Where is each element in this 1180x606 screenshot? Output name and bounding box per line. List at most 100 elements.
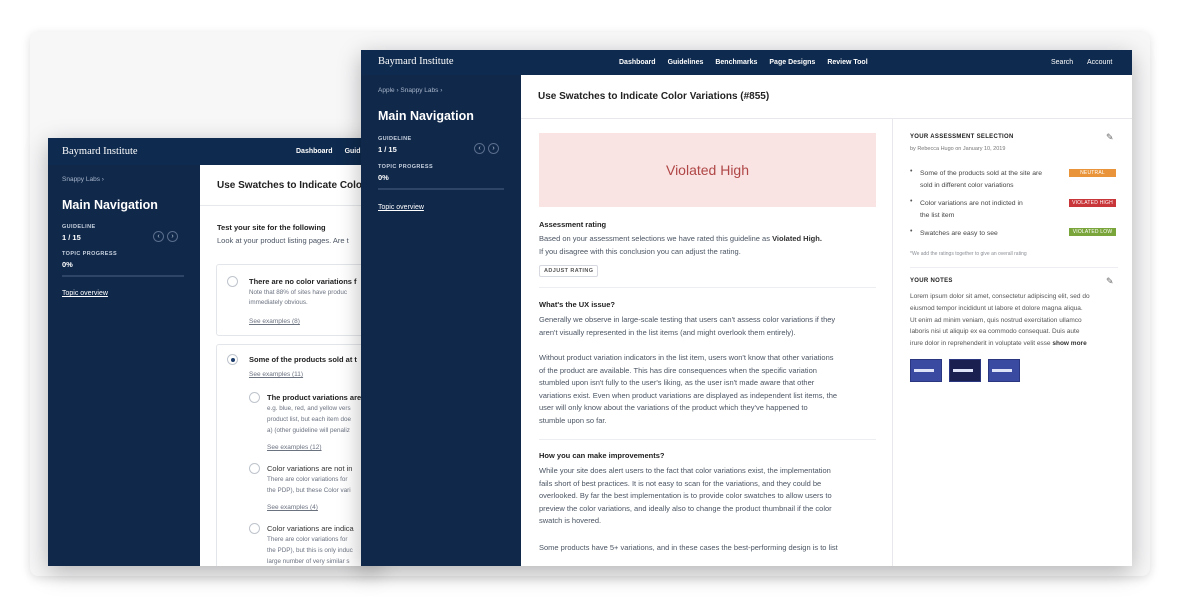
back-nav-dashboard[interactable]: Dashboard [296, 148, 333, 155]
front-topic-overview-link[interactable]: Topic overview [378, 204, 424, 211]
ux-issue-paragraph-1: Generally we observe in large-scale test… [539, 314, 835, 339]
sub-option-desc: There are color variations for [267, 536, 348, 543]
back-progress-value: 0% [62, 260, 73, 269]
back-guideline-pager: ‹ › [153, 231, 178, 242]
text-line: preview the color variations, and ideall… [539, 503, 832, 513]
front-progress-label: TOPIC PROGRESS [378, 164, 434, 170]
front-progress-bar [378, 188, 504, 190]
notes-line: laboris nisi ut aliquip ex ea commodo co… [910, 328, 1080, 336]
assessment-text-line: If you disagree with this conclusion you… [539, 247, 741, 256]
front-window: Baymard Institute Dashboard Guidelines B… [361, 50, 1132, 566]
see-examples-link[interactable]: See examples (8) [249, 318, 300, 325]
assessment-text-line: Based on your assessment selections we h… [539, 234, 770, 243]
nav-search[interactable]: Search [1051, 59, 1073, 66]
nav-page-designs[interactable]: Page Designs [769, 59, 815, 66]
show-more-link[interactable]: show more [1052, 340, 1086, 347]
front-logo: Baymard Institute [378, 56, 454, 67]
nav-dashboard[interactable]: Dashboard [619, 59, 656, 66]
sub-option-title: The product variations are [267, 393, 362, 402]
back-intro-text: Look at your product listing pages. Are … [217, 236, 349, 245]
sub-option-desc: e.g. blue, red, and yellow vers [267, 405, 351, 412]
front-progress-value: 0% [378, 173, 389, 182]
notes-line: Ut enim ad minim veniam, quis nostrud ex… [910, 316, 1082, 324]
assessment-heading: Assessment rating [539, 220, 607, 229]
selection-heading: YOUR ASSESSMENT SELECTION [910, 134, 1014, 140]
adjust-rating-button[interactable]: ADJUST RATING [539, 265, 599, 277]
divider [539, 287, 876, 288]
text-line: stumbled upon isn't fully to the user's … [539, 378, 815, 387]
status-badge-violated-low: VIOLATED LOW [1069, 228, 1116, 236]
nav-review-tool[interactable]: Review Tool [827, 59, 867, 66]
selection-text: Some of the products sold at the site ar… [920, 170, 1043, 177]
next-arrow-icon[interactable]: › [167, 231, 178, 242]
selection-text: the list item [920, 212, 955, 219]
front-breadcrumb: Apple › Snappy Labs › [378, 87, 442, 94]
notes-heading: YOUR NOTES [910, 278, 953, 284]
back-option-card-1[interactable]: There are no color variations f Note tha… [216, 264, 378, 336]
back-intro-heading: Test your site for the following [217, 223, 326, 232]
screenshot-thumbnail[interactable] [949, 359, 981, 382]
text-line: user will only know about the variations… [539, 403, 808, 412]
selection-text: sold in different color variations [920, 182, 1014, 189]
text-line: of the product are available. This has d… [539, 365, 817, 375]
see-examples-link[interactable]: See examples (4) [267, 504, 318, 511]
back-nav: Dashboard Guid [296, 148, 361, 155]
breadcrumb-apple[interactable]: Apple [378, 87, 395, 94]
radio-button[interactable] [227, 276, 238, 287]
radio-button[interactable] [249, 392, 260, 403]
front-guideline-value: 1 / 15 [378, 145, 397, 154]
selection-item: • [910, 198, 913, 205]
nav-guidelines[interactable]: Guidelines [668, 59, 704, 66]
front-nav: Dashboard Guidelines Benchmarks Page Des… [619, 59, 868, 66]
improvements-paragraph-1: While your site does alert users to the … [539, 465, 832, 528]
status-badge-violated-high: VIOLATED HIGH [1069, 199, 1116, 207]
notes-line-text: irure dolor in reprehenderit in voluptat… [910, 340, 1051, 348]
radio-button[interactable] [249, 523, 260, 534]
divider [539, 439, 876, 440]
ratings-note: *We add the ratings together to give an … [910, 251, 1027, 257]
sub-option-desc: product list, but each item doe [267, 416, 352, 423]
selection-item: • [910, 228, 913, 235]
nav-account[interactable]: Account [1087, 59, 1112, 66]
text-line: fails short of best practices. It is not… [539, 478, 822, 488]
sub-option-desc: There are color variations for [267, 476, 348, 483]
radio-button[interactable] [249, 463, 260, 474]
edit-pencil-icon[interactable]: ✎ [1106, 276, 1114, 287]
front-top-bar: Baymard Institute Dashboard Guidelines B… [361, 50, 1132, 75]
edit-pencil-icon[interactable]: ✎ [1106, 132, 1114, 143]
sub-option-desc: the PDP), but these Color vari [267, 487, 351, 494]
screenshot-thumbnail[interactable] [910, 359, 942, 382]
back-top-bar: Baymard Institute Dashboard Guid [48, 138, 378, 165]
prev-arrow-icon[interactable]: ‹ [153, 231, 164, 242]
text-line: swatch is hovered. [539, 516, 602, 525]
improvements-heading: How you can make improvements? [539, 451, 665, 460]
assessment-text: Based on your assessment selections we h… [539, 233, 822, 246]
back-option-card-2[interactable]: Some of the products sold at t See examp… [216, 344, 378, 566]
back-sidebar-title: Main Navigation [62, 198, 158, 212]
back-guideline-value: 1 / 15 [62, 233, 81, 242]
text-line: stumble upon so far. [539, 415, 607, 425]
see-examples-link[interactable]: See examples (11) [249, 371, 303, 378]
prev-arrow-icon[interactable]: ‹ [474, 143, 485, 154]
back-breadcrumb[interactable]: Snappy Labs › [62, 176, 104, 183]
screenshot-thumbnail[interactable] [988, 359, 1020, 382]
notes-line: irure dolor in reprehenderit in voluptat… [910, 338, 1090, 350]
back-topic-overview-link[interactable]: Topic overview [62, 290, 108, 297]
back-page-title: Use Swatches to Indicate Colo [217, 180, 363, 191]
see-examples-link[interactable]: See examples (12) [267, 444, 322, 451]
text-line: overlooked. By far the best implementati… [539, 491, 832, 500]
option-desc-line: Note that 88% of sites have produc [249, 289, 348, 296]
front-sidebar: Apple › Snappy Labs › Main Navigation GU… [361, 75, 521, 566]
panel-divider [892, 119, 893, 566]
back-nav-guidelines[interactable]: Guid [345, 148, 361, 155]
radio-button-selected[interactable] [227, 354, 238, 365]
selection-item: • [910, 168, 913, 175]
ux-issue-heading: What's the UX issue? [539, 300, 615, 309]
front-sidebar-title: Main Navigation [378, 109, 474, 123]
next-arrow-icon[interactable]: › [488, 143, 499, 154]
breadcrumb-snappy-labs[interactable]: Snappy Labs [400, 87, 438, 94]
back-guideline-label: GUIDELINE [62, 224, 96, 230]
divider [910, 267, 1118, 268]
text-line: While your site does alert users to the … [539, 466, 831, 475]
nav-benchmarks[interactable]: Benchmarks [715, 59, 757, 66]
